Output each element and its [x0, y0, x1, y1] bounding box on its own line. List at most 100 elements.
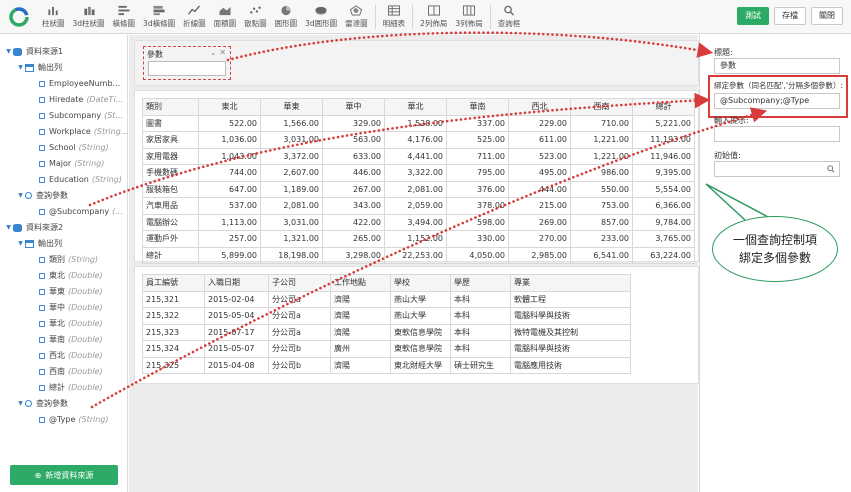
query-control[interactable]: 參數 ⌄ ✕	[143, 46, 231, 80]
field-item[interactable]: 華北 (Double)	[28, 316, 103, 331]
table-cell: 378.00	[446, 197, 509, 215]
field-item[interactable]: 東北 (Double)	[28, 268, 103, 283]
data-source-node[interactable]: ▼ 資料來源1	[4, 44, 63, 59]
field-item[interactable]: 總計 (Double)	[28, 380, 103, 395]
expand-caret-icon[interactable]: ▼	[4, 224, 13, 231]
tool-3d-pie-chart-button[interactable]: 3d圓形圖	[301, 0, 341, 34]
tree-label: EmployeeNumb...	[49, 79, 121, 88]
tool-line-chart-button[interactable]: 折線圖	[179, 0, 210, 34]
close-button[interactable]: 關閉	[811, 7, 843, 25]
field-item[interactable]: 華南 (Double)	[28, 332, 103, 347]
expand-caret-icon[interactable]: ▼	[16, 400, 25, 407]
expand-caret-icon[interactable]: ▼	[16, 64, 25, 71]
tree-label: Education	[49, 175, 89, 184]
tool-query-box-button[interactable]: 查詢框	[494, 0, 525, 34]
param-item[interactable]: @Subcompany (...	[28, 204, 123, 219]
field-type: (St...	[104, 111, 124, 120]
table-cell: 服裝箱包	[142, 180, 199, 198]
column-header: 專業	[510, 274, 631, 292]
expand-caret-icon[interactable]: ▼	[16, 192, 25, 199]
table-cell: 2015-05-07	[204, 340, 269, 358]
table-cell: 215,325	[142, 356, 205, 374]
output-columns-node[interactable]: ▼ 輸出列	[16, 60, 62, 75]
field-type: (DateTi...	[86, 95, 124, 104]
tool-label: 3d橫條圖	[143, 18, 176, 28]
table-cell: 電腦科學與技術	[510, 307, 631, 325]
tool-pie-chart-button[interactable]: 圓形圖	[271, 0, 302, 34]
field-item[interactable]: EmployeeNumb...	[28, 76, 120, 91]
field-icon	[39, 272, 45, 279]
chart-tools: 柱狀圖 3d柱狀圖 橫條圖 3d橫條圖 折線圖 面積圖 散點圖 圓形圖 3d圓形圖 雷達圖 明細表 2…	[38, 0, 524, 34]
title-input[interactable]: 參數	[714, 58, 840, 74]
query-icon	[25, 400, 32, 407]
tree-label: School	[49, 143, 76, 152]
tree-label: 華中	[49, 303, 65, 312]
tool-label: 明細表	[382, 18, 406, 28]
data-source-node[interactable]: ▼ 資料來源2	[4, 220, 63, 235]
param-item[interactable]: @Type (String)	[28, 412, 109, 427]
tool-scatter-chart-button[interactable]: 散點圖	[240, 0, 271, 34]
tool-area-chart-button[interactable]: 面積圖	[210, 0, 241, 34]
table-cell: 運動戶外	[142, 230, 199, 248]
expand-caret-icon[interactable]: ▼	[4, 48, 13, 55]
field-item[interactable]: 類別 (String)	[28, 252, 98, 267]
table-cell: 215,323	[142, 323, 205, 341]
tool-two-column-layout-button[interactable]: 2列佈局	[416, 0, 451, 34]
table-cell: 329.00	[322, 114, 385, 132]
bind-param-input[interactable]: @Subcompany;@Type	[714, 93, 840, 109]
test-button[interactable]: 測試	[737, 7, 769, 25]
expand-caret-icon[interactable]: ▼	[16, 240, 25, 247]
tool-three-column-layout-button[interactable]: 3列佈局	[451, 0, 486, 34]
tool-horizontal-bar-button[interactable]: 橫條圖	[109, 0, 140, 34]
table-cell: 446.00	[322, 164, 385, 182]
title-label: 標題:	[714, 48, 733, 57]
query-params-node[interactable]: ▼ 查詢參數	[16, 188, 68, 203]
search-icon[interactable]	[827, 165, 835, 173]
field-item[interactable]: Subcompany (St...	[28, 108, 123, 123]
table-cell: 986.00	[570, 164, 633, 182]
table-cell: 229.00	[508, 114, 571, 132]
callout-line-1: 一個查詢控制項	[732, 233, 817, 247]
tree-label: 華南	[49, 335, 65, 344]
field-icon	[39, 384, 45, 391]
table-icon	[25, 239, 34, 248]
save-button[interactable]: 存檔	[774, 7, 806, 25]
table-cell: 6,541.00	[570, 246, 633, 264]
tool-3d-bar-chart-button[interactable]: 3d柱狀圖	[69, 0, 109, 34]
field-item[interactable]: 華東 (Double)	[28, 284, 103, 299]
table-cell: 269.00	[508, 213, 571, 231]
query-control-input[interactable]	[148, 61, 226, 76]
field-item[interactable]: 西南 (Double)	[28, 364, 103, 379]
field-item[interactable]: School (String)	[28, 140, 109, 155]
table-cell: 手機數碼	[142, 164, 199, 182]
table-cell: 598.00	[446, 213, 509, 231]
table-cell: 422.00	[322, 213, 385, 231]
column-header: 工作地點	[330, 274, 391, 292]
field-item[interactable]: Hiredate (DateTi...	[28, 92, 123, 107]
field-item[interactable]: 西北 (Double)	[28, 348, 103, 363]
table-cell: 267.00	[322, 180, 385, 198]
field-item[interactable]: Workplace (String...	[28, 124, 128, 139]
tool-radar-chart-button[interactable]: 雷達圖	[341, 0, 372, 34]
tool-3d-horizontal-bar-button[interactable]: 3d橫條圖	[139, 0, 179, 34]
table-cell: 330.00	[446, 230, 509, 248]
column-header: 華北	[384, 98, 447, 116]
tool-bar-chart-button[interactable]: 柱狀圖	[38, 0, 69, 34]
initial-value-input[interactable]	[714, 161, 840, 177]
tool-detail-table-button[interactable]: 明細表	[379, 0, 410, 34]
field-icon	[39, 368, 45, 375]
table-cell: 18,198.00	[260, 246, 323, 264]
table-cell: 1,152.00	[384, 230, 447, 248]
field-item[interactable]: Major (String)	[28, 156, 104, 171]
tool-label: 3d圓形圖	[305, 18, 338, 28]
add-data-source-button[interactable]: ⊕ 新增資料來源	[10, 465, 118, 485]
table-row: 215,321 2015-02-04 分公司a 濟陽 燕山大學 本科 軟體工程	[142, 290, 631, 308]
field-item[interactable]: 華中 (Double)	[28, 300, 103, 315]
hint-input[interactable]	[714, 126, 840, 142]
query-params-node[interactable]: ▼ 查詢參數	[16, 396, 68, 411]
output-columns-node[interactable]: ▼ 輸出列	[16, 236, 62, 251]
table-cell: 電腦應用技術	[510, 356, 631, 374]
control-actions-icon[interactable]: ⌄ ✕	[210, 48, 226, 57]
field-item[interactable]: Education (String)	[28, 172, 122, 187]
table-row: 汽車用品 537.00 2,081.00 343.00 2,059.00 378.00 21…	[142, 197, 695, 215]
